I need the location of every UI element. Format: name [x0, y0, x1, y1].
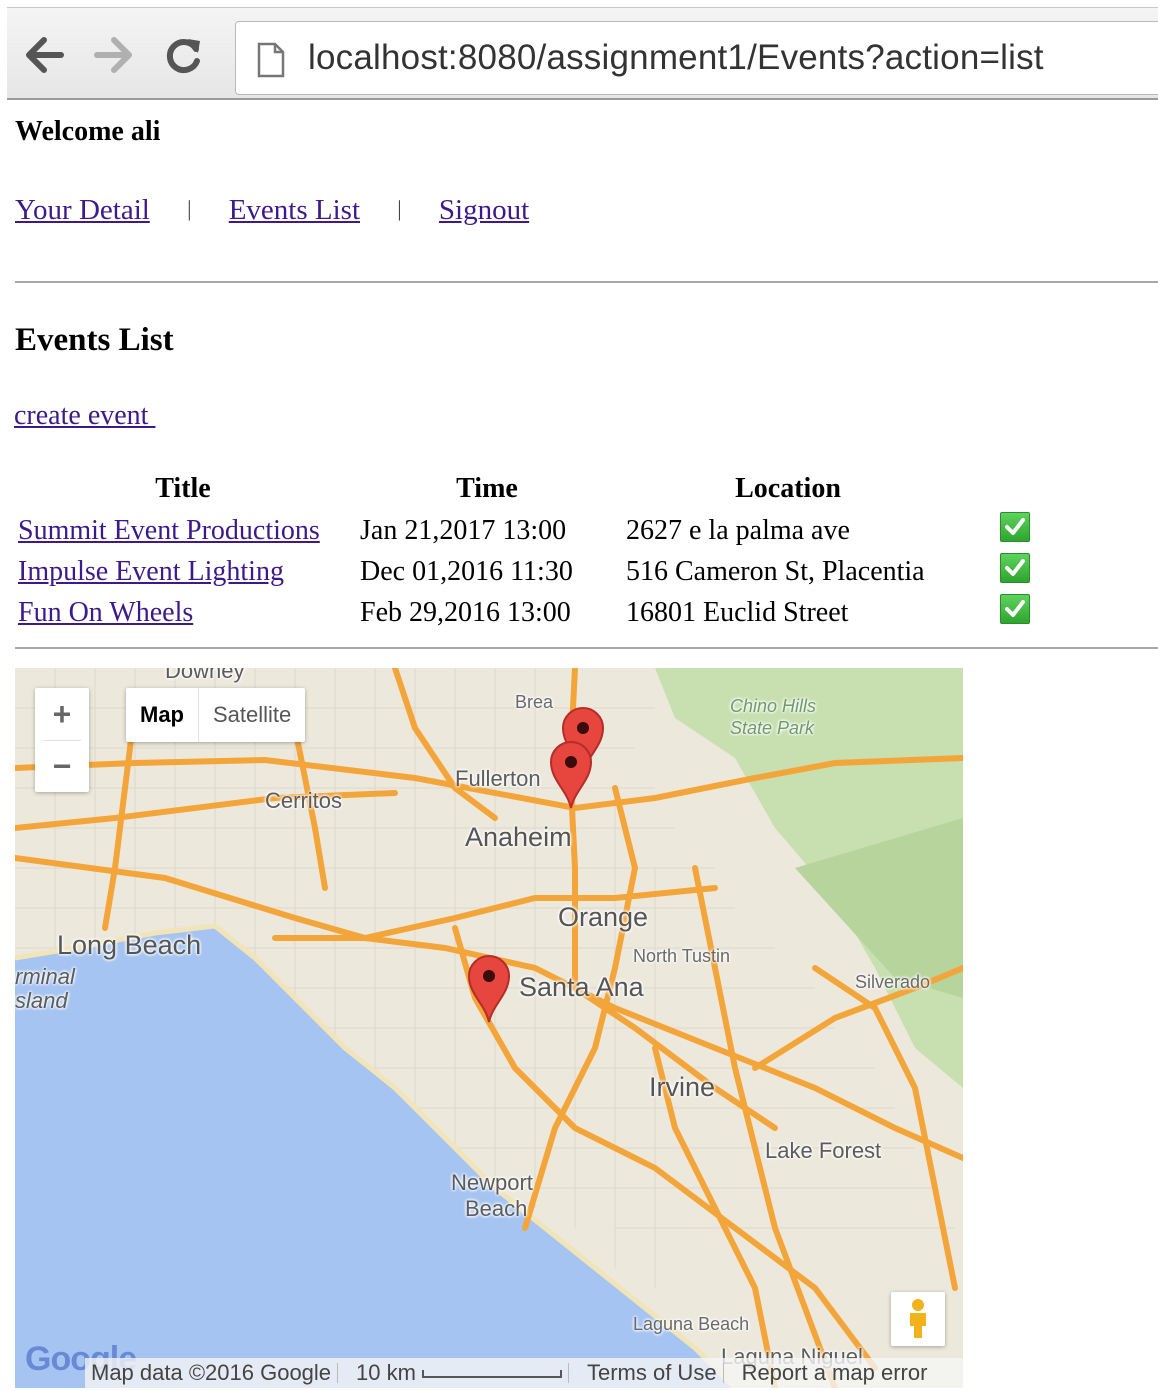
back-arrow-icon[interactable] — [19, 30, 69, 80]
map-label-lake-forest: Lake Forest — [765, 1138, 882, 1163]
column-header-status — [956, 470, 1036, 510]
column-header-time: Time — [456, 473, 518, 504]
map-label-chino-hills: Chino Hills — [730, 696, 817, 716]
report-map-error-link[interactable]: Report a map error — [736, 1360, 934, 1386]
map-label-terminal-island: sland — [15, 988, 68, 1013]
zoom-in-button[interactable]: + — [35, 688, 89, 740]
table-header-row: Title Time Location — [12, 470, 1036, 510]
map-data-attribution: Map data ©2016 Google — [91, 1360, 332, 1385]
map-label-newport-beach: Newport — [451, 1170, 533, 1195]
event-time: Jan 21,2017 13:00 — [360, 514, 567, 546]
event-location: 516 Cameron St, Placentia — [626, 555, 925, 587]
map-label-long-beach: Long Beach — [57, 930, 202, 960]
event-location: 16801 Euclid Street — [626, 596, 849, 628]
checkbox-checked-icon[interactable] — [1000, 511, 1030, 542]
address-bar[interactable]: localhost:8080/assignment1/Events?action… — [235, 21, 1158, 95]
forward-arrow-icon[interactable] — [89, 30, 139, 80]
browser-toolbar: localhost:8080/assignment1/Events?action… — [7, 7, 1158, 100]
map-label-north-tustin: North Tustin — [633, 946, 731, 966]
terms-of-use-link[interactable]: Terms of Use — [581, 1360, 723, 1386]
map-scale-bar — [421, 1370, 562, 1379]
table-row: Impulse Event Lighting Dec 01,2016 11:30… — [12, 551, 1036, 592]
map-label-downey: Downey — [165, 668, 245, 683]
map-label-irvine: Irvine — [649, 1072, 716, 1102]
map-label-anaheim: Anaheim — [465, 822, 572, 852]
event-title-link[interactable]: Summit Event Productions — [18, 515, 320, 546]
map-label-brea: Brea — [515, 692, 554, 712]
signout-link[interactable]: Signout — [439, 194, 529, 226]
zoom-control: + − — [35, 688, 89, 792]
street-view-pegman-icon[interactable] — [891, 1292, 945, 1346]
table-row: Fun On Wheels Feb 29,2016 13:00 16801 Eu… — [12, 592, 1036, 633]
nav-separator: | — [397, 196, 402, 221]
map-label-santa-ana: Santa Ana — [519, 972, 644, 1002]
map-scale[interactable]: 10 km — [350, 1360, 568, 1386]
event-title-link[interactable]: Impulse Event Lighting — [18, 556, 284, 587]
divider — [15, 647, 1158, 649]
top-navigation: Your Detail | Events List | Signout — [15, 194, 529, 227]
events-list-link[interactable]: Events List — [229, 194, 360, 226]
event-time: Feb 29,2016 13:00 — [360, 596, 571, 628]
divider — [15, 281, 1158, 283]
event-location: 2627 e la palma ave — [626, 514, 850, 546]
reload-icon[interactable] — [159, 30, 209, 80]
map-marker[interactable] — [467, 954, 511, 1024]
map-label-laguna-beach: Laguna Beach — [633, 1314, 750, 1334]
map-label-orange: Orange — [558, 902, 649, 932]
map-label-cerritos: Cerritos — [265, 788, 343, 813]
checkbox-checked-icon[interactable] — [1000, 552, 1030, 583]
map-label-terminal-island: rminal — [15, 964, 75, 989]
create-event-link[interactable]: create event — [14, 400, 155, 432]
nav-separator: | — [187, 196, 192, 221]
events-table: Title Time Location Summit Event Product… — [12, 470, 1036, 633]
map-label-state-park: State Park — [730, 718, 815, 738]
events-map[interactable]: Downey Brea Chino Hills State Park Fulle… — [15, 668, 963, 1388]
map-type-map-button[interactable]: Map — [126, 688, 199, 742]
your-detail-link[interactable]: Your Detail — [15, 194, 150, 226]
event-time: Dec 01,2016 11:30 — [360, 555, 573, 587]
map-scale-label: 10 km — [356, 1360, 416, 1385]
map-label-fullerton: Fullerton — [455, 766, 541, 791]
column-header-location: Location — [735, 473, 841, 504]
table-row: Summit Event Productions Jan 21,2017 13:… — [12, 510, 1036, 551]
zoom-out-button[interactable]: − — [35, 740, 89, 792]
checkbox-checked-icon[interactable] — [1000, 593, 1030, 624]
map-attribution-bar: Map data ©2016 Google 10 km Terms of Use… — [85, 1358, 963, 1388]
map-label-newport-beach: Beach — [465, 1196, 528, 1221]
map-label-silverado: Silverado — [855, 972, 931, 992]
map-type-satellite-button[interactable]: Satellite — [199, 688, 305, 742]
document-icon — [256, 42, 286, 83]
map-type-control: Map Satellite — [126, 688, 306, 742]
welcome-message: Welcome ali — [15, 116, 161, 147]
event-title-link[interactable]: Fun On Wheels — [18, 597, 193, 628]
page-title: Events List — [15, 322, 174, 358]
column-header-title: Title — [155, 473, 211, 504]
map-marker[interactable] — [549, 740, 593, 810]
url-text: localhost:8080/assignment1/Events?action… — [308, 38, 1044, 77]
